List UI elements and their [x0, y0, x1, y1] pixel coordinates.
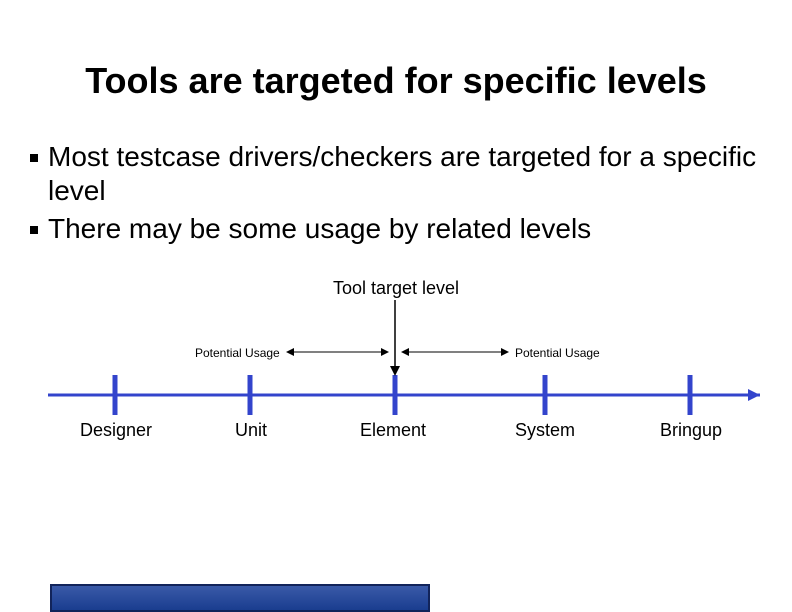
levels-diagram [0, 0, 792, 612]
footer-bar [50, 584, 430, 612]
arrowhead-icon [748, 389, 760, 401]
arrowhead-right-icon [381, 348, 389, 356]
arrowhead-right-icon [501, 348, 509, 356]
arrowhead-down-icon [390, 366, 400, 376]
arrowhead-left-icon [401, 348, 409, 356]
arrowhead-left-icon [286, 348, 294, 356]
